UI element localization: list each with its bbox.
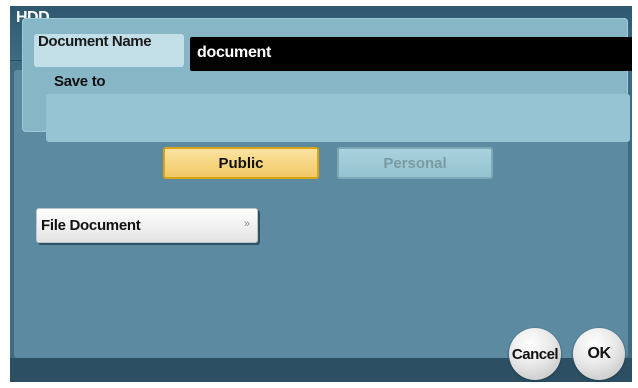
save-to-label: Save to (54, 73, 106, 90)
save-to-public-button[interactable]: Public (163, 147, 319, 179)
document-name-label: Document Name (38, 33, 152, 50)
save-to-area (46, 94, 630, 142)
file-document-label: File Document (41, 217, 141, 234)
double-chevron-right-icon: » (243, 218, 250, 230)
save-to-personal-button[interactable]: Personal (337, 147, 493, 179)
document-name-value: document (197, 44, 272, 61)
cancel-button[interactable]: Cancel (509, 328, 561, 380)
file-document-button[interactable]: File Document » (36, 208, 258, 243)
document-name-field[interactable]: document (190, 37, 632, 71)
hdd-screen: HDD Document Name document Save to Publi… (10, 6, 632, 382)
document-name-label-box: Document Name (34, 34, 184, 67)
ok-button[interactable]: OK (573, 328, 625, 380)
settings-panel: Document Name document Save to (22, 18, 632, 142)
